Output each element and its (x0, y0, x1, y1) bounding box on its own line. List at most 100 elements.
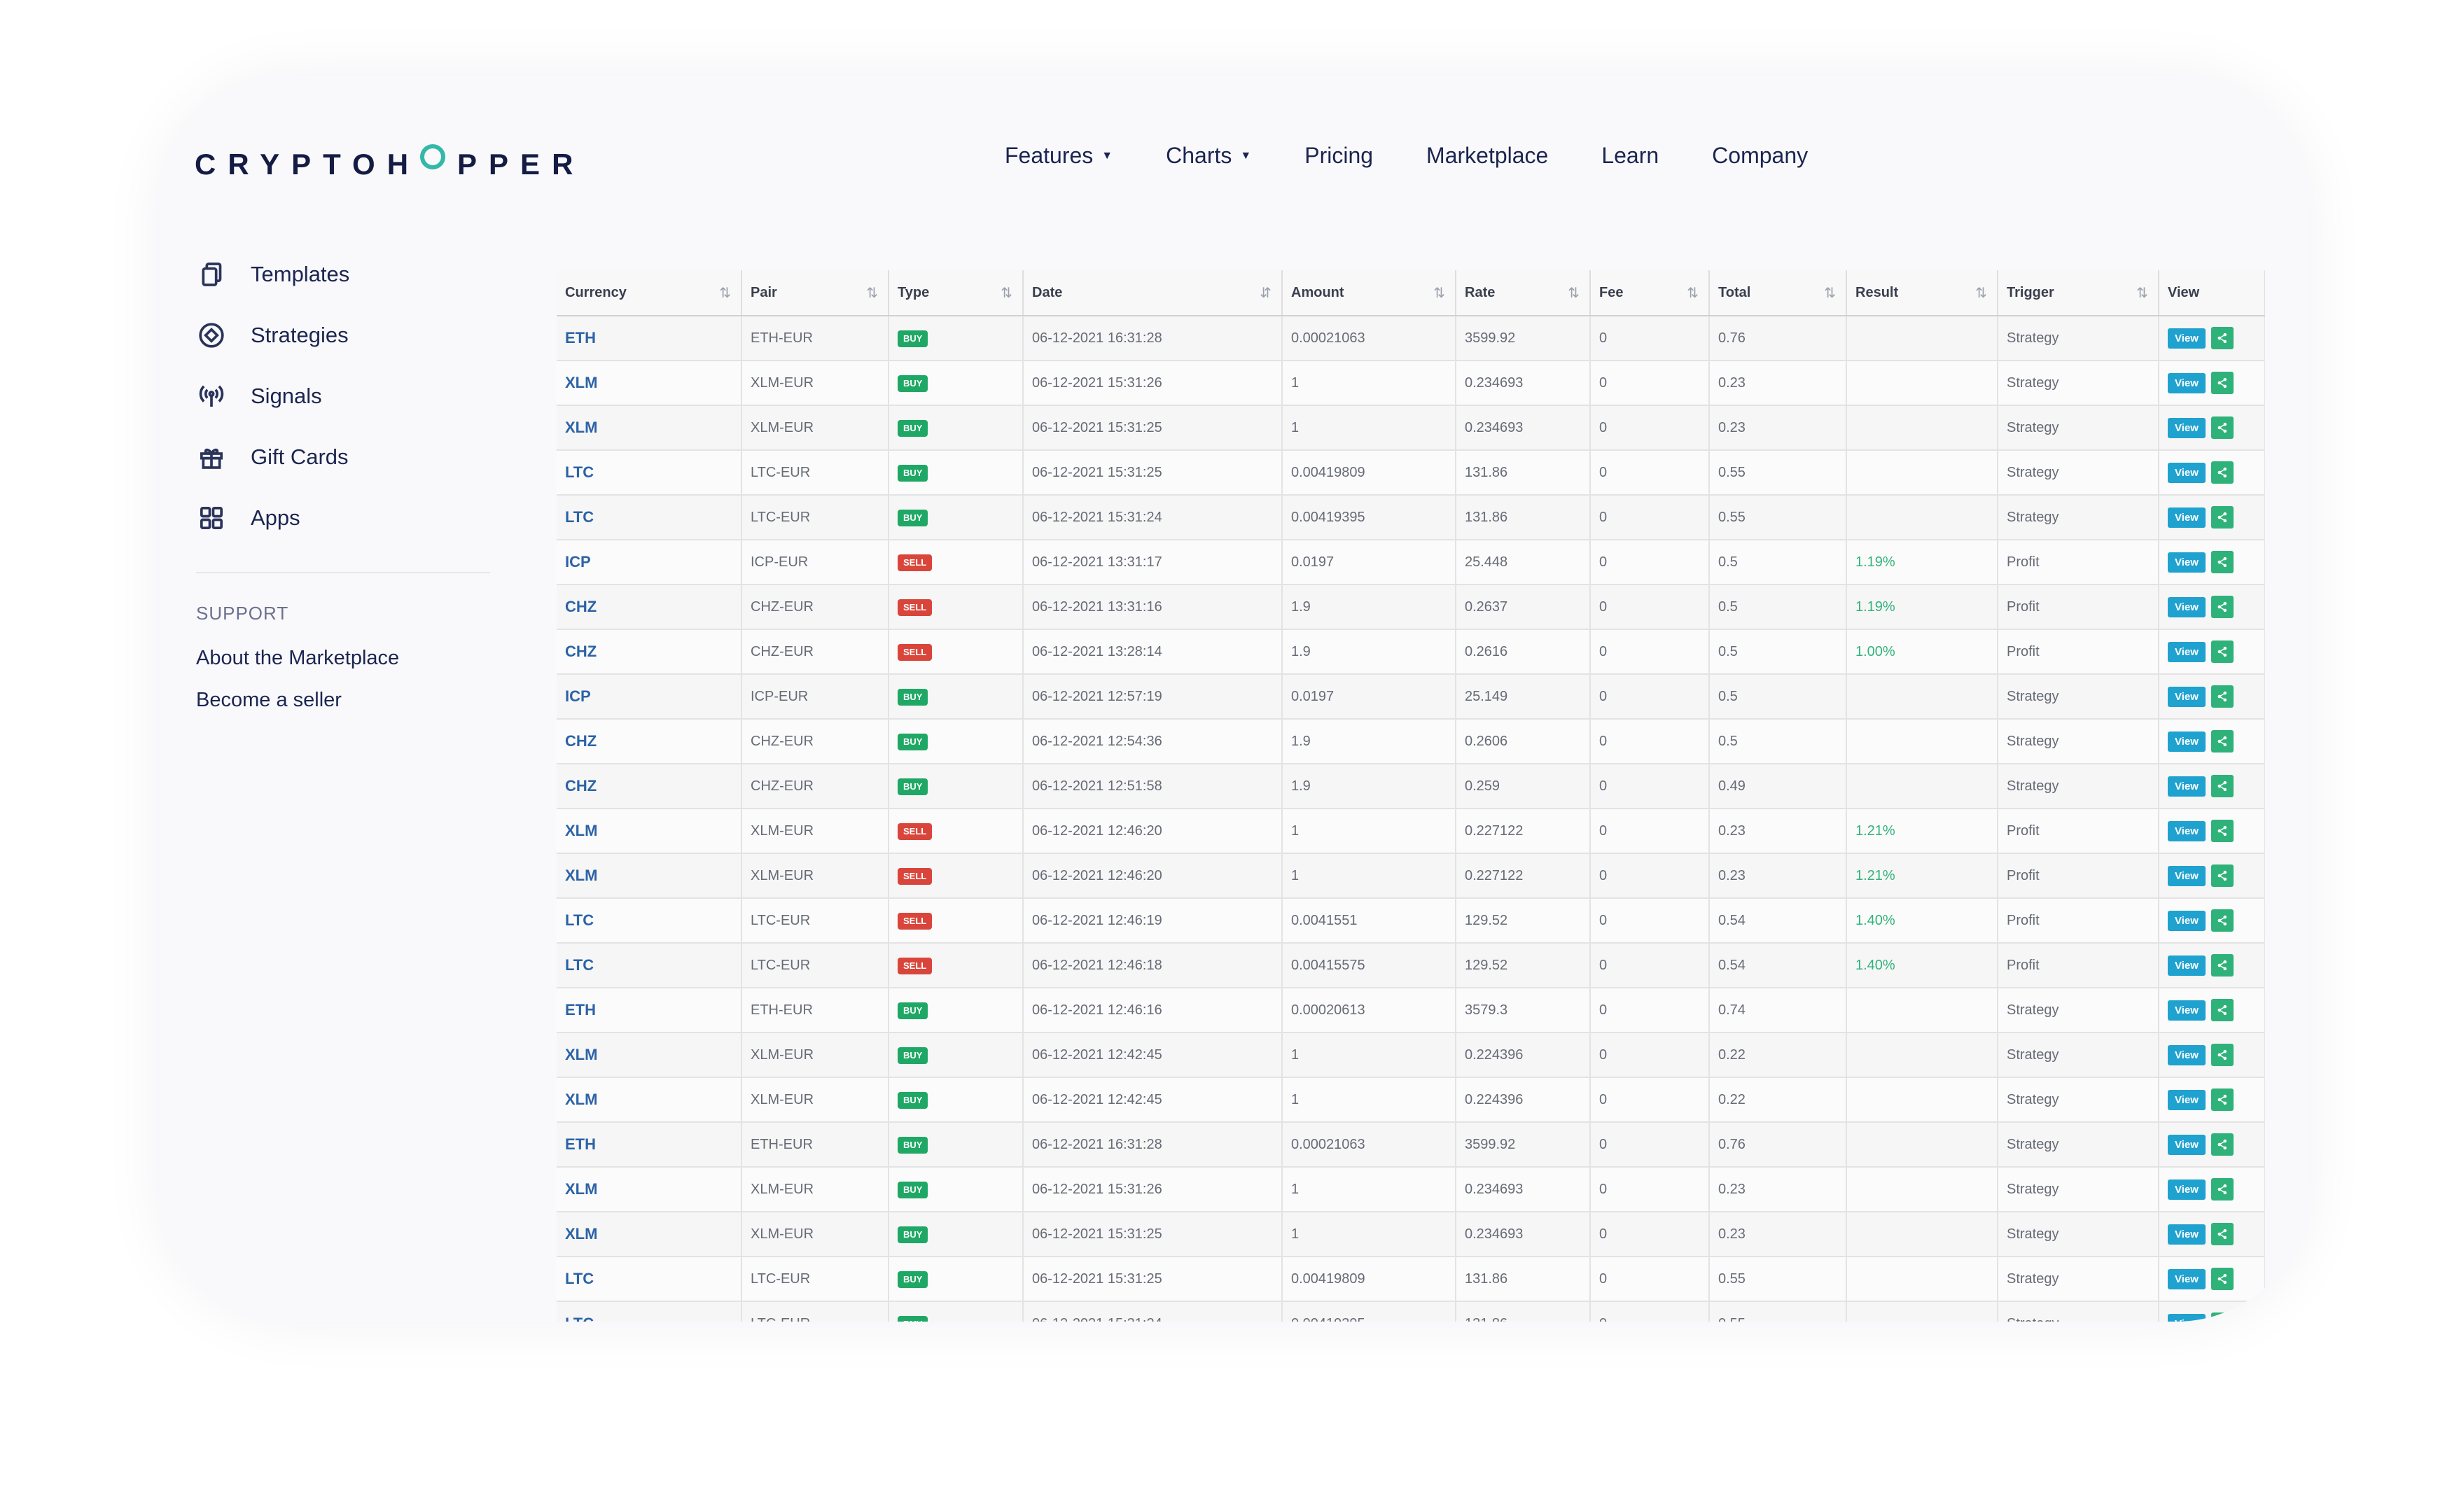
share-icon[interactable] (2210, 1178, 2234, 1200)
view-button[interactable]: View (2168, 820, 2206, 841)
sort-icon[interactable]: ⇅ (719, 284, 731, 302)
share-icon[interactable] (2210, 1044, 2234, 1066)
currency-cell[interactable]: XLM (557, 1212, 742, 1257)
column-header-trigger[interactable]: Trigger ⇅ (1998, 270, 2159, 316)
currency-cell[interactable]: ICP (557, 540, 742, 585)
sidebar-item-templates[interactable]: Templates (196, 244, 504, 304)
currency-cell[interactable]: CHZ (557, 764, 742, 809)
share-icon[interactable] (2210, 1088, 2234, 1111)
view-button[interactable]: View (2168, 1268, 2206, 1289)
view-button[interactable]: View (2168, 1179, 2206, 1200)
share-icon[interactable] (2210, 551, 2234, 573)
nav-charts[interactable]: Charts ▼ (1166, 143, 1251, 169)
column-header-rate[interactable]: Rate ⇅ (1456, 270, 1591, 316)
column-header-amount[interactable]: Amount ⇅ (1282, 270, 1456, 316)
share-icon[interactable] (2210, 461, 2234, 484)
view-button[interactable]: View (2168, 507, 2206, 528)
currency-cell[interactable]: CHZ (557, 584, 742, 630)
share-icon[interactable] (2210, 775, 2234, 797)
currency-cell[interactable]: XLM (557, 853, 742, 899)
currency-cell[interactable]: LTC (557, 495, 742, 540)
currency-cell[interactable]: ICP (557, 674, 742, 720)
sort-icon[interactable]: ⇅ (1568, 284, 1580, 302)
view-button[interactable]: View (2168, 641, 2206, 662)
nav-pricing[interactable]: Pricing (1304, 143, 1373, 169)
nav-marketplace[interactable]: Marketplace (1426, 143, 1548, 169)
share-icon[interactable] (2210, 327, 2234, 349)
sidebar-item-gift-cards[interactable]: Gift Cards (196, 426, 504, 487)
view-button[interactable]: View (2168, 1089, 2206, 1110)
currency-cell[interactable]: LTC (557, 450, 742, 496)
become-seller-link[interactable]: Become a seller (196, 679, 504, 721)
currency-cell[interactable]: XLM (557, 808, 742, 854)
currency-cell[interactable]: LTC (557, 1301, 742, 1322)
sort-icon[interactable]: ⇅ (866, 284, 878, 302)
share-icon[interactable] (2210, 730, 2234, 752)
view-button[interactable]: View (2168, 1044, 2206, 1065)
currency-cell[interactable]: CHZ (557, 629, 742, 675)
sidebar-item-strategies[interactable]: Strategies (196, 304, 504, 365)
currency-cell[interactable]: XLM (557, 1167, 742, 1212)
currency-cell[interactable]: LTC (557, 898, 742, 944)
view-button[interactable]: View (2168, 552, 2206, 573)
share-icon[interactable] (2210, 864, 2234, 887)
share-icon[interactable] (2210, 1268, 2234, 1290)
view-button[interactable]: View (2168, 596, 2206, 617)
currency-cell[interactable]: ETH (557, 988, 742, 1033)
column-header-pair[interactable]: Pair ⇅ (741, 270, 889, 316)
currency-cell[interactable]: XLM (557, 1032, 742, 1078)
currency-cell[interactable]: LTC (557, 943, 742, 988)
nav-learn[interactable]: Learn (1601, 143, 1659, 169)
view-button[interactable]: View (2168, 686, 2206, 707)
column-header-fee[interactable]: Fee ⇅ (1590, 270, 1710, 316)
column-header-type[interactable]: Type ⇅ (889, 270, 1024, 316)
share-icon[interactable] (2210, 909, 2234, 932)
view-button[interactable]: View (2168, 910, 2206, 931)
view-button[interactable]: View (2168, 1313, 2206, 1322)
sort-icon[interactable]: ⇅ (1001, 284, 1012, 302)
share-icon[interactable] (2210, 596, 2234, 618)
view-button[interactable]: View (2168, 462, 2206, 483)
sort-icon[interactable]: ⇅ (2136, 284, 2148, 302)
about-marketplace-link[interactable]: About the Marketplace (196, 637, 504, 679)
sidebar-item-apps[interactable]: Apps (196, 487, 504, 548)
currency-cell[interactable]: XLM (557, 405, 742, 451)
share-icon[interactable] (2210, 416, 2234, 439)
currency-cell[interactable]: CHZ (557, 719, 742, 764)
share-icon[interactable] (2210, 820, 2234, 842)
logo[interactable]: CRYPTOH PPER (195, 144, 585, 185)
nav-company[interactable]: Company (1712, 143, 1808, 169)
view-button[interactable]: View (2168, 865, 2206, 886)
column-header-result[interactable]: Result ⇅ (1846, 270, 1998, 316)
sort-icon[interactable]: ⇅ (1824, 284, 1836, 302)
currency-cell[interactable]: LTC (557, 1256, 742, 1302)
view-button[interactable]: View (2168, 776, 2206, 797)
sort-icon[interactable]: ⇅ (1975, 284, 1987, 302)
sidebar-item-signals[interactable]: Signals (196, 365, 504, 426)
currency-cell[interactable]: ETH (557, 316, 742, 361)
view-button[interactable]: View (2168, 731, 2206, 752)
share-icon[interactable] (2210, 640, 2234, 663)
nav-features[interactable]: Features ▼ (1005, 143, 1113, 169)
column-header-date[interactable]: Date ⇵ (1023, 270, 1283, 316)
currency-cell[interactable]: ETH (557, 1122, 742, 1168)
view-button[interactable]: View (2168, 328, 2206, 349)
share-icon[interactable] (2210, 1223, 2234, 1245)
share-icon[interactable] (2210, 685, 2234, 708)
share-icon[interactable] (2210, 999, 2234, 1021)
share-icon[interactable] (2210, 1312, 2234, 1322)
view-button[interactable]: View (2168, 955, 2206, 976)
view-button[interactable]: View (2168, 1224, 2206, 1245)
view-button[interactable]: View (2168, 1134, 2206, 1155)
view-button[interactable]: View (2168, 1000, 2206, 1021)
sort-icon[interactable]: ⇅ (1687, 284, 1699, 302)
currency-cell[interactable]: XLM (557, 360, 742, 406)
share-icon[interactable] (2210, 506, 2234, 528)
view-button[interactable]: View (2168, 372, 2206, 393)
share-icon[interactable] (2210, 954, 2234, 976)
share-icon[interactable] (2210, 372, 2234, 394)
share-icon[interactable] (2210, 1133, 2234, 1156)
currency-cell[interactable]: XLM (557, 1077, 742, 1123)
view-button[interactable]: View (2168, 417, 2206, 438)
column-header-total[interactable]: Total ⇅ (1709, 270, 1847, 316)
